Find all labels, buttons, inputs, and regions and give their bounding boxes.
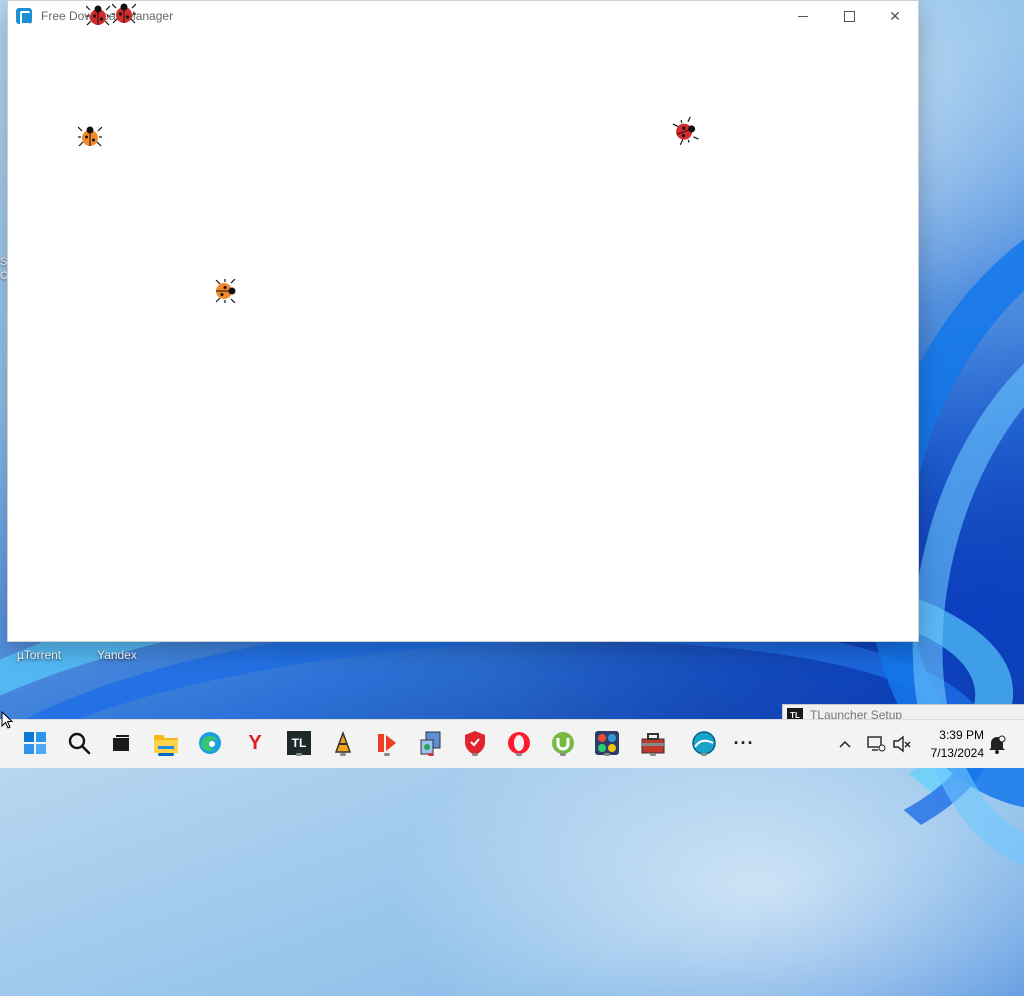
file-explorer-icon <box>154 735 178 753</box>
window-controls: ✕ <box>780 1 918 31</box>
running-indicator <box>428 753 434 756</box>
taskbar-opera[interactable] <box>504 728 534 758</box>
running-indicator <box>296 753 302 756</box>
clock-time: 3:39 PM <box>939 728 984 742</box>
running-indicator <box>604 753 610 756</box>
window-content <box>8 31 918 641</box>
search-icon <box>68 732 91 755</box>
taskbar-shield-app[interactable] <box>460 728 490 758</box>
start-button[interactable] <box>20 728 50 758</box>
task-view-button[interactable] <box>106 728 136 758</box>
ladybug-icon <box>85 4 111 26</box>
edge-icon <box>199 732 221 754</box>
close-button[interactable]: ✕ <box>872 1 918 31</box>
running-indicator <box>472 753 478 756</box>
running-indicator <box>516 753 522 756</box>
desktop-edge-text: S <box>0 256 8 268</box>
yandex-icon: Y <box>248 731 262 754</box>
maximize-button[interactable] <box>826 1 872 31</box>
search-button[interactable] <box>64 728 94 758</box>
fdm-logo-icon <box>16 8 32 25</box>
taskbar-aqua-app[interactable] <box>689 728 719 758</box>
taskbar-edge[interactable] <box>195 728 225 758</box>
taskbar-winamp[interactable] <box>328 728 358 758</box>
running-indicator <box>384 753 390 756</box>
taskbar-clock[interactable]: 3:39 PM 7/13/2024 <box>931 726 984 762</box>
desktop-icon-label: Yandex <box>97 648 137 662</box>
ladybug-icon <box>111 2 137 24</box>
active-indicator <box>158 753 174 756</box>
mouse-cursor-icon <box>1 711 13 729</box>
more-icon: ··· <box>733 732 755 753</box>
tray-overflow-button[interactable] <box>834 720 856 768</box>
taskbar-more-button[interactable]: ··· <box>729 728 759 758</box>
notifications-button[interactable] <box>986 720 1008 768</box>
taskbar-installer[interactable] <box>416 728 446 758</box>
start-icon <box>24 732 46 754</box>
tlauncher-icon: TL <box>287 731 311 755</box>
volume-muted-icon <box>893 735 911 753</box>
desktop-edge-text: C <box>0 270 8 282</box>
taskbar-toolbox[interactable] <box>638 728 668 758</box>
clock-date: 7/13/2024 <box>930 746 984 760</box>
taskbar-anydesk[interactable] <box>372 728 402 758</box>
chevron-up-icon <box>839 740 851 748</box>
app-window[interactable]: Free Download Manager ✕ <box>8 1 918 641</box>
taskbar-utorrent[interactable] <box>548 728 578 758</box>
taskbar-yandex[interactable]: Y <box>240 728 270 758</box>
running-indicator <box>340 753 346 756</box>
tray-volume-button[interactable] <box>890 720 914 768</box>
running-indicator <box>701 753 707 756</box>
taskbar-file-explorer[interactable] <box>151 728 181 758</box>
minimize-button[interactable] <box>780 1 826 31</box>
running-indicator <box>650 753 656 756</box>
anydesk-icon <box>378 734 396 752</box>
task-view-icon <box>113 735 129 751</box>
taskbar-tlauncher[interactable]: TL <box>284 728 314 758</box>
notification-bell-icon <box>989 735 1006 754</box>
tray-network-button[interactable] <box>864 720 888 768</box>
window-titlebar[interactable]: Free Download Manager ✕ <box>8 1 918 31</box>
network-icon <box>867 736 886 752</box>
ladybug-icon <box>215 278 237 304</box>
ladybug-icon <box>77 125 103 147</box>
taskbar-grid-app[interactable] <box>592 728 622 758</box>
running-indicator <box>560 753 566 756</box>
taskbar: Y TL ··· 3:39 PM 7/13/2024 <box>0 719 1024 768</box>
desktop-icon-label: µTorrent <box>16 648 62 662</box>
